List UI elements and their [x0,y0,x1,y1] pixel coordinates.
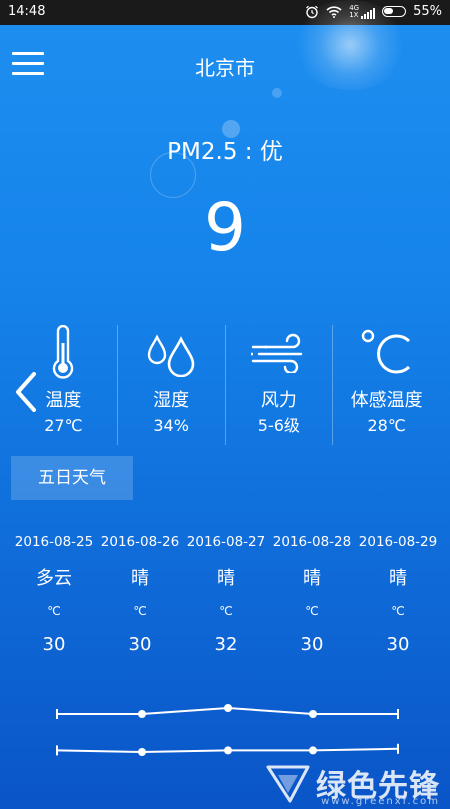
forecast-day: 2016-08-25 多云 ℃ 30 [11,530,97,658]
low-temp-point [138,748,146,756]
forecast-condition: 多云 [36,568,72,589]
watermark-url: www.greenxf.com [321,796,440,807]
forecast-day: 2016-08-28 晴 ℃ 30 [269,530,355,658]
metric-feels-like: 体感温度 28℃ [332,325,440,445]
forecast-day: 2016-08-29 晴 ℃ 30 [355,530,441,658]
forecast-temp: 30 [386,634,410,655]
pm25-label: PM2.5 : 优 [167,139,283,165]
pm25-value: 9 [204,189,246,266]
high-temp-point [309,710,317,718]
forecast-date: 2016-08-27 [186,534,266,550]
forecast-date: 2016-08-28 [272,534,352,550]
alarm-icon [306,5,319,18]
metric-wind: 风力 5-6级 [224,325,333,445]
metric-value: 5-6级 [257,416,300,435]
forecast-unit: ℃ [47,604,61,618]
temperature-trend-chart [56,704,399,756]
forecast-list: 2016-08-25 多云 ℃ 30 2016-08-26 晴 ℃ 30 201… [11,530,441,658]
forecast-unit: ℃ [391,604,405,618]
forecast-day: 2016-08-27 晴 ℃ 32 [183,530,269,658]
metric-value: 34% [153,416,189,435]
forecast-unit: ℃ [133,604,147,618]
forecast-temp: 32 [214,634,238,655]
celsius-icon [361,329,410,374]
forecast-temp: 30 [300,634,324,655]
metric-value: 27℃ [44,416,83,435]
battery-level: 55% [413,4,442,19]
network-sub: 1X [349,10,359,19]
signal-icon: 4G 1X [349,4,376,19]
status-bar: 14:48 4G 1X 55% [0,0,450,25]
high-temp-point [138,710,146,718]
city-title[interactable]: 北京市 [0,52,450,81]
forecast-condition: 晴 [217,568,235,589]
watermark: 绿色先锋 www.greenxf.com [266,761,440,807]
metric-label: 体感温度 [350,390,423,411]
forecast-unit: ℃ [305,604,319,618]
forecast-condition: 晴 [303,568,321,589]
metric-label: 风力 [260,390,297,411]
wifi-icon [326,5,342,18]
metric-value: 28℃ [367,416,406,435]
forecast-condition: 晴 [389,568,407,589]
forecast-date: 2016-08-29 [358,534,438,550]
forecast-date: 2016-08-26 [100,534,180,550]
low-temp-point [224,746,232,755]
chevron-left-icon[interactable] [12,370,42,414]
forecast-temp: 30 [42,634,66,655]
metric-humidity: 湿度 34% [116,325,225,445]
status-icons: 4G 1X 55% [305,4,442,19]
thermometer-icon [53,325,74,379]
weather-metrics: 温度 27℃ 湿度 34% 风力 5-6级 体感温度 28℃ [10,325,440,445]
status-time: 14:48 [8,4,46,19]
forecast-condition: 晴 [131,568,149,589]
forecast-temp: 30 [128,634,152,655]
forecast-day: 2016-08-26 晴 ℃ 30 [97,530,183,658]
lens-dot-flare-small [272,88,282,98]
metric-label: 湿度 [153,390,190,411]
tab-five-day-forecast[interactable]: 五日天气 [11,456,133,500]
high-temp-point [224,704,232,712]
forecast-date: 2016-08-25 [14,534,94,550]
greenxf-logo-icon [266,765,310,803]
battery-icon [382,6,407,17]
humidity-drops-icon [147,334,195,377]
wind-icon [250,333,303,373]
low-temp-point [309,746,317,755]
forecast-unit: ℃ [219,604,233,618]
